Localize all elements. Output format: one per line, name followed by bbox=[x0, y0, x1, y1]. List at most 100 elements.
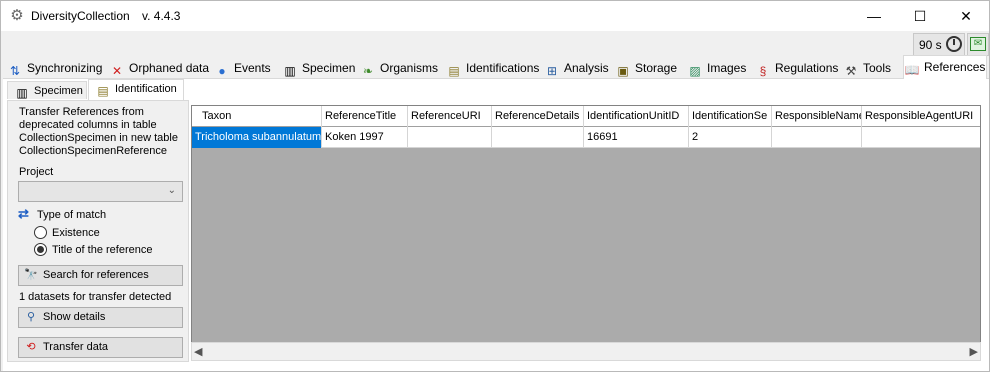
description-text: Transfer References from deprecated colu… bbox=[19, 106, 178, 157]
tab-storage[interactable]: ▣ Storage bbox=[615, 57, 685, 79]
tab-events[interactable]: ● Events bbox=[214, 57, 280, 79]
grid-header: Taxon ReferenceTitle ReferenceURI Reference… bbox=[192, 106, 980, 127]
timer-button[interactable]: 90 s bbox=[913, 33, 965, 56]
tab-label: Analysis bbox=[564, 61, 609, 75]
binoculars-icon: 🔭 bbox=[24, 269, 38, 281]
send-feedback-button[interactable]: ✉ bbox=[967, 33, 989, 56]
project-select[interactable]: ⌄ bbox=[18, 181, 183, 202]
show-details-label: Show details bbox=[43, 311, 106, 323]
column-header[interactable]: ReferenceURI bbox=[408, 106, 492, 127]
existence-radio[interactable] bbox=[34, 226, 47, 239]
mail-send-icon: ✉ bbox=[970, 37, 986, 51]
type-of-match-label: Type of match bbox=[37, 209, 107, 221]
tab-tools[interactable]: ⚒ Tools bbox=[843, 57, 901, 79]
table-cell[interactable]: Tricholoma subannulatum bbox=[192, 127, 322, 148]
title-of-reference-radio[interactable] bbox=[34, 243, 47, 256]
tab-identification-label: Identification bbox=[115, 83, 177, 95]
horizontal-scrollbar[interactable]: ◀ ▶ bbox=[191, 342, 981, 361]
tab-specimen[interactable]: ▥ Specimen bbox=[7, 81, 87, 100]
column-header[interactable]: ResponsibleAgentURI bbox=[862, 106, 980, 127]
table-row[interactable]: Tricholoma subannulatum Koken 1997 16691 2 bbox=[192, 127, 980, 148]
tab-label: References bbox=[924, 60, 986, 74]
main-tab-strip: ⇅ Synchronizing ✕ Orphaned data ● Events ▥ Spec… bbox=[3, 55, 989, 79]
tab-orphaned-data[interactable]: ✕ Orphaned data bbox=[109, 57, 212, 79]
maximize-icon: ☐ bbox=[913, 8, 927, 24]
tab-identifications[interactable]: ▤ Identifications bbox=[446, 57, 542, 79]
storage-icon: ▣ bbox=[617, 64, 629, 78]
tab-regulations[interactable]: § Regulations bbox=[755, 57, 841, 79]
title-bar: ⚙ DiversityCollection v. 4.4.3 — ☐ ✕ bbox=[1, 1, 989, 31]
table-cell[interactable] bbox=[492, 127, 584, 148]
content-area: ▥ Specimen ▤ Identification Transfer Refer… bbox=[3, 79, 989, 371]
barcode-icon: ▥ bbox=[16, 86, 28, 100]
tab-label: Identifications bbox=[466, 61, 540, 75]
identification-list-icon: ▤ bbox=[448, 64, 460, 78]
magnifier-icon: ⚲ bbox=[26, 311, 36, 323]
tab-label: Orphaned data bbox=[129, 61, 210, 75]
table-cell[interactable] bbox=[772, 127, 862, 148]
search-references-label: Search for references bbox=[43, 269, 149, 281]
minimize-button[interactable]: — bbox=[851, 1, 897, 31]
tab-label: Specimen bbox=[302, 61, 356, 75]
tab-label: Synchronizing bbox=[27, 61, 103, 75]
column-header[interactable]: Taxon bbox=[192, 106, 322, 127]
search-references-button[interactable]: 🔭 Search for references bbox=[18, 265, 183, 286]
transfer-data-label: Transfer data bbox=[43, 341, 109, 353]
close-button[interactable]: ✕ bbox=[943, 1, 989, 31]
sync-icon: ⇅ bbox=[9, 64, 21, 78]
existence-label: Existence bbox=[52, 227, 100, 239]
scroll-right-icon[interactable]: ▶ bbox=[970, 345, 978, 358]
tab-analysis[interactable]: ⊞ Analysis bbox=[544, 57, 613, 79]
column-header[interactable]: IdentificationSe bbox=[689, 106, 772, 127]
column-header[interactable]: ResponsibleName bbox=[772, 106, 862, 127]
column-header[interactable]: ReferenceDetails bbox=[492, 106, 584, 127]
transfer-options-panel: Transfer References from deprecated colu… bbox=[7, 100, 189, 362]
match-arrows-icon: ⇄ bbox=[18, 206, 29, 221]
column-header[interactable]: ReferenceTitle bbox=[322, 106, 408, 127]
transfer-arrows-icon: ⟲ bbox=[26, 341, 36, 353]
tab-label: Storage bbox=[635, 61, 678, 75]
tab-synchronizing[interactable]: ⇅ Synchronizing bbox=[7, 57, 107, 79]
tab-identification[interactable]: ▤ Identification bbox=[88, 79, 184, 100]
app-version: v. 4.4.3 bbox=[142, 9, 181, 23]
maximize-button[interactable]: ☐ bbox=[897, 1, 943, 31]
tab-label: Regulations bbox=[775, 61, 839, 75]
data-grid[interactable]: Taxon ReferenceTitle ReferenceURI Reference… bbox=[191, 105, 981, 361]
tab-references[interactable]: 📖 References bbox=[903, 55, 987, 79]
minimize-icon: — bbox=[867, 8, 881, 24]
app-window: ⚙ DiversityCollection v. 4.4.3 — ☐ ✕ 90 … bbox=[0, 0, 990, 372]
transfer-status-text: 1 datasets for transfer detected bbox=[19, 291, 172, 303]
table-cell[interactable]: Koken 1997 bbox=[322, 127, 408, 148]
close-icon: ✕ bbox=[960, 8, 972, 24]
table-cell[interactable] bbox=[408, 127, 492, 148]
table-cell[interactable]: 16691 bbox=[584, 127, 689, 148]
gear-icon: ⚙ bbox=[10, 7, 24, 24]
image-icon: ▨ bbox=[689, 64, 701, 78]
tab-images[interactable]: ▨ Images bbox=[687, 57, 753, 79]
show-details-button[interactable]: ⚲ Show details bbox=[18, 307, 183, 328]
sub-tab-strip: ▥ Specimen ▤ Identification bbox=[7, 79, 307, 100]
analysis-icon: ⊞ bbox=[546, 64, 558, 78]
tab-specimen[interactable]: ▥ Specimen bbox=[282, 57, 358, 79]
column-header[interactable]: IdentificationUnitID bbox=[584, 106, 689, 127]
app-title: DiversityCollection bbox=[31, 9, 130, 23]
title-of-reference-label: Title of the reference bbox=[52, 244, 153, 256]
red-x-icon: ✕ bbox=[111, 64, 123, 78]
globe-icon: ● bbox=[218, 64, 226, 78]
tab-organisms[interactable]: ❧ Organisms bbox=[360, 57, 444, 79]
clock-icon bbox=[946, 36, 962, 52]
project-label: Project bbox=[19, 166, 54, 178]
timer-label: 90 s bbox=[919, 38, 942, 52]
table-cell[interactable] bbox=[862, 127, 980, 148]
tab-label: Tools bbox=[863, 61, 892, 75]
barcode-icon: ▥ bbox=[284, 64, 296, 78]
identification-list-icon: ▤ bbox=[97, 84, 109, 98]
tools-icon: ⚒ bbox=[845, 64, 857, 78]
tab-label: Images bbox=[707, 61, 747, 75]
book-icon: 📖 bbox=[904, 63, 920, 77]
scroll-left-icon[interactable]: ◀ bbox=[194, 345, 202, 358]
chevron-down-icon: ⌄ bbox=[167, 185, 176, 196]
tab-specimen-label: Specimen bbox=[34, 85, 83, 97]
transfer-data-button[interactable]: ⟲ Transfer data bbox=[18, 337, 183, 358]
table-cell[interactable]: 2 bbox=[689, 127, 772, 148]
